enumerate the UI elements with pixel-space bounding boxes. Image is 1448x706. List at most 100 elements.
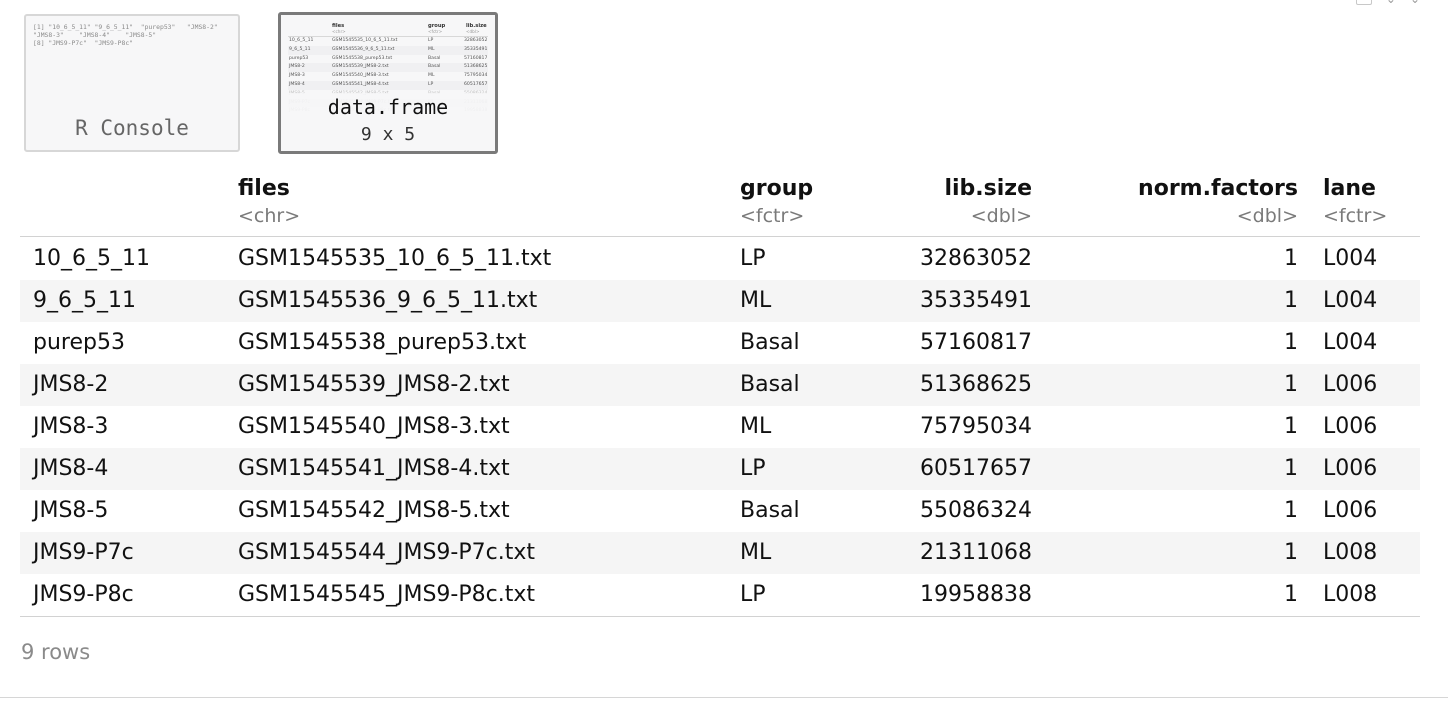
cell-lane: L008 xyxy=(1323,582,1378,607)
table-row: JMS8-4 GSM1545541_JMS8-4.txt LP 60517657… xyxy=(20,448,1420,490)
close-icon[interactable]: ⌄ xyxy=(1410,0,1420,5)
table-row: JMS8-3 GSM1545540_JMS8-3.txt ML 75795034… xyxy=(20,406,1420,448)
mini-cell: GSM1545539_JMS8-2.txt xyxy=(332,64,389,70)
mini-cell: 57160817 xyxy=(464,55,488,61)
mini-table-row: 10_6_5_11 GSM1545535_10_6_5_11.txt LP 32… xyxy=(288,37,488,46)
r-console-label: R Console xyxy=(75,116,189,140)
table-row: 10_6_5_11 GSM1545535_10_6_5_11.txt LP 32… xyxy=(20,238,1420,280)
cell-files: GSM1545538_purep53.txt xyxy=(238,330,527,355)
cell-files: GSM1545539_JMS8-2.txt xyxy=(238,372,510,397)
data-frame-table: files <chr> group <fctr> lib.size <dbl> … xyxy=(20,170,1420,617)
chunk-toolbar: ⌄ ⌄ xyxy=(1355,0,1420,5)
mini-cell: 60517657 xyxy=(464,81,488,87)
mini-cell: 35335491 xyxy=(464,46,488,52)
column-header-lane[interactable]: lane <fctr> xyxy=(1323,174,1387,228)
cell-group: LP xyxy=(740,582,766,607)
cell-lib-size: 57160817 xyxy=(920,330,1032,355)
cell-group: Basal xyxy=(740,498,800,523)
cell-lane: L008 xyxy=(1323,540,1378,565)
mini-table-row: JMS8-4 GSM1545541_JMS8-4.txt LP 60517657 xyxy=(288,80,488,90)
column-name: lib.size xyxy=(944,176,1032,201)
table-row: 9_6_5_11 GSM1545536_9_6_5_11.txt ML 3533… xyxy=(20,280,1420,322)
mini-table-row: purep53 GSM1545538_purep53.txt Basal 571… xyxy=(288,55,488,64)
mini-type-files: <chr> xyxy=(332,29,346,34)
column-type: <dbl> xyxy=(970,205,1032,227)
mini-cell: GSM1545535_10_6_5_11.txt xyxy=(332,38,398,43)
cell-norm-factors: 1 xyxy=(1284,372,1298,397)
cell-norm-factors: 1 xyxy=(1284,456,1298,481)
row-name: JMS8-5 xyxy=(33,498,109,523)
cell-norm-factors: 1 xyxy=(1284,582,1298,607)
column-header-lib-size[interactable]: lib.size <dbl> xyxy=(944,174,1032,228)
cell-norm-factors: 1 xyxy=(1284,414,1298,439)
column-type: <fctr> xyxy=(1323,205,1388,227)
mini-cell: GSM1545536_9_6_5_11.txt xyxy=(332,46,395,52)
cell-group: ML xyxy=(740,540,772,565)
cell-lane: L006 xyxy=(1323,372,1378,397)
cell-group: Basal xyxy=(740,372,800,397)
row-name: 9_6_5_11 xyxy=(33,288,136,313)
mini-cell: 51368625 xyxy=(464,64,488,70)
cell-lib-size: 35335491 xyxy=(920,288,1032,313)
cell-lib-size: 32863052 xyxy=(920,246,1032,271)
table-row: JMS9-P7c GSM1545544_JMS9-P7c.txt ML 2131… xyxy=(20,532,1420,574)
table-body: 10_6_5_11 GSM1545535_10_6_5_11.txt LP 32… xyxy=(20,237,1420,617)
cell-lane: L004 xyxy=(1323,330,1378,355)
cell-group: LP xyxy=(740,246,766,271)
table-row: JMS9-P8c GSM1545545_JMS9-P8c.txt LP 1995… xyxy=(20,574,1420,616)
cell-files: GSM1545536_9_6_5_11.txt xyxy=(238,288,538,313)
mini-cell: ML xyxy=(428,46,435,52)
cell-lane: L006 xyxy=(1323,456,1378,481)
cell-group: ML xyxy=(740,414,772,439)
cell-lib-size: 51368625 xyxy=(920,372,1032,397)
table-header: files <chr> group <fctr> lib.size <dbl> … xyxy=(20,170,1420,237)
mini-cell: 9_6_5_11 xyxy=(289,46,311,52)
cell-files: GSM1545535_10_6_5_11.txt xyxy=(238,246,552,271)
column-name: lane xyxy=(1323,176,1376,201)
mini-cell: 10_6_5_11 xyxy=(289,38,314,43)
cell-lib-size: 60517657 xyxy=(920,456,1032,481)
column-header-group[interactable]: group <fctr> xyxy=(740,174,813,228)
data-frame-output-thumbnail[interactable]: files <chr> group <fctr> lib.size <dbl> … xyxy=(278,12,498,154)
cell-lane: L006 xyxy=(1323,414,1378,439)
row-name: JMS8-3 xyxy=(33,414,109,439)
cell-files: GSM1545541_JMS8-4.txt xyxy=(238,456,510,481)
r-console-output-thumbnail[interactable]: [1] "10_6_5_11" "9_6_5_11" "purep53" "JM… xyxy=(24,14,240,152)
cell-norm-factors: 1 xyxy=(1284,330,1298,355)
cell-files: GSM1545545_JMS9-P8c.txt xyxy=(238,582,535,607)
expand-icon[interactable]: ⌄ xyxy=(1386,0,1396,5)
divider xyxy=(0,697,1448,698)
console-preview-text: [1] "10_6_5_11" "9_6_5_11" "purep53" "JM… xyxy=(33,23,218,47)
mini-cell: JMS8-2 xyxy=(289,64,305,70)
mini-cell: GSM1545538_purep53.txt xyxy=(332,55,393,61)
cell-lib-size: 55086324 xyxy=(920,498,1032,523)
mini-cell: LP xyxy=(428,38,434,43)
cell-lib-size: 21311068 xyxy=(920,540,1032,565)
column-type: <fctr> xyxy=(740,205,805,227)
row-name: JMS8-4 xyxy=(33,456,109,481)
row-name: 10_6_5_11 xyxy=(33,246,150,271)
table-row: JMS8-5 GSM1545542_JMS8-5.txt Basal 55086… xyxy=(20,490,1420,532)
mini-table-row: 9_6_5_11 GSM1545536_9_6_5_11.txt ML 3533… xyxy=(288,45,488,55)
column-name: norm.factors xyxy=(1138,176,1298,201)
mini-type-group: <fctr> xyxy=(428,29,443,34)
mini-cell: ML xyxy=(428,73,435,79)
column-type: <dbl> xyxy=(1236,205,1298,227)
cell-group: ML xyxy=(740,288,772,313)
table-row: purep53 GSM1545538_purep53.txt Basal 571… xyxy=(20,322,1420,364)
window-icon[interactable] xyxy=(1355,0,1372,5)
mini-table-header: files <chr> group <fctr> lib.size <dbl> xyxy=(288,21,488,37)
mini-cell: 75795034 xyxy=(464,73,488,79)
row-name: JMS8-2 xyxy=(33,372,109,397)
cell-norm-factors: 1 xyxy=(1284,540,1298,565)
mini-type-lib-size: <dbl> xyxy=(466,29,480,34)
row-name: JMS9-P7c xyxy=(33,540,134,565)
cell-norm-factors: 1 xyxy=(1284,498,1298,523)
column-header-files[interactable]: files <chr> xyxy=(238,174,300,228)
mini-cell: GSM1545540_JMS8-3.txt xyxy=(332,73,389,79)
cell-group: LP xyxy=(740,456,766,481)
cell-lib-size: 75795034 xyxy=(920,414,1032,439)
mini-cell: Basal xyxy=(428,55,441,61)
data-frame-dimensions: 9 x 5 xyxy=(360,124,416,145)
column-header-norm-factors[interactable]: norm.factors <dbl> xyxy=(1138,174,1298,228)
